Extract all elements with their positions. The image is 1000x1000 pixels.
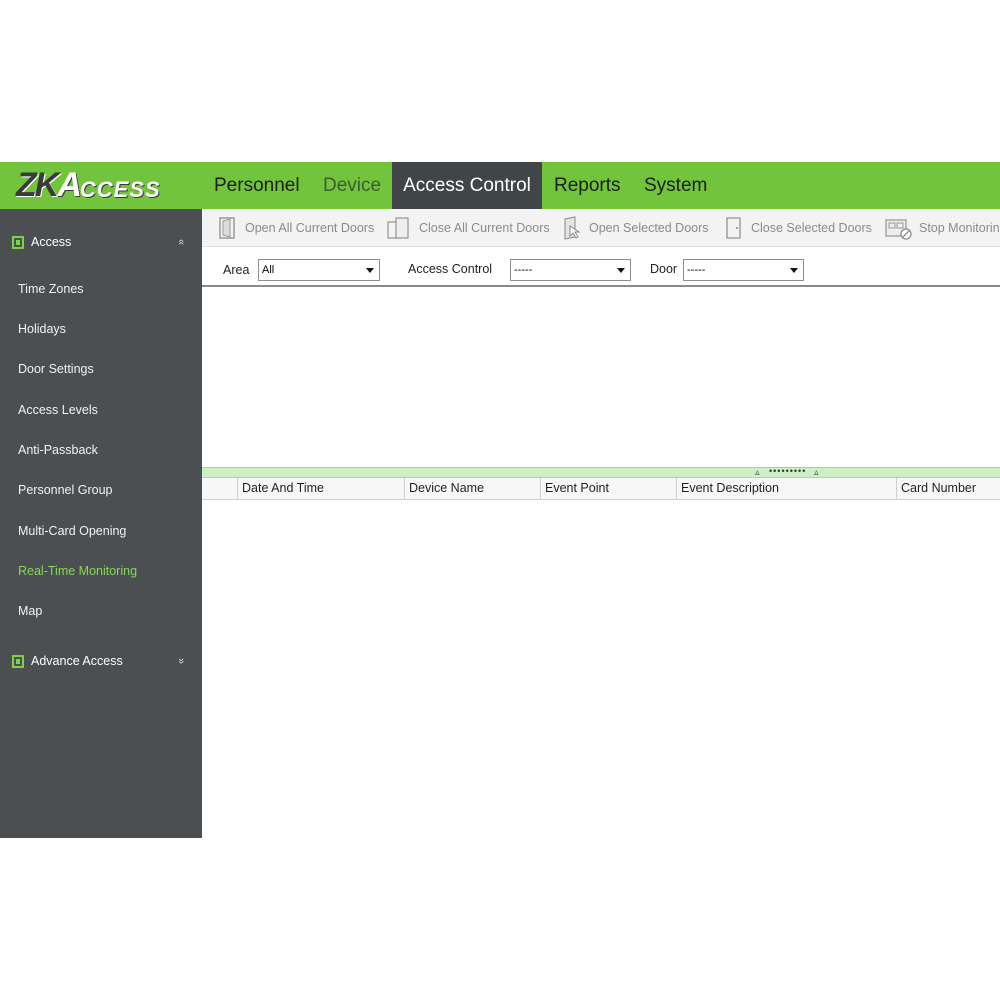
collapse-up-icon[interactable]: ▵	[755, 467, 761, 478]
sidebar-section-advance-access[interactable]: Advance Access »	[0, 649, 202, 673]
column-header-card-number[interactable]: Card Number	[896, 478, 1000, 500]
sidebar-item-holidays[interactable]: Holidays	[18, 322, 66, 336]
close-all-doors-button[interactable]: Close All Current Doors	[386, 209, 550, 247]
nav-tab-access-control[interactable]: Access Control	[392, 162, 542, 209]
open-all-doors-button[interactable]: Open All Current Doors	[218, 209, 374, 247]
column-header-event-point[interactable]: Event Point	[540, 478, 676, 500]
nav-tab-reports[interactable]: Reports	[554, 162, 621, 209]
nav-tab-device[interactable]: Device	[323, 162, 381, 209]
sidebar: Access « Time Zones Holidays Door Settin…	[0, 209, 202, 838]
sidebar-item-real-time-monitoring[interactable]: Real-Time Monitoring	[18, 564, 137, 578]
sidebar-item-multi-card-opening[interactable]: Multi-Card Opening	[18, 524, 126, 538]
close-selected-doors-button[interactable]: Close Selected Doors	[724, 209, 872, 247]
area-label: Area	[223, 263, 250, 277]
panel-splitter[interactable]: ▵ ••••••••• ▵	[202, 466, 1000, 478]
collapse-up-icon[interactable]: ▵	[814, 467, 820, 478]
logo-zk: ZKA	[16, 166, 82, 204]
events-table-header: Date And Time Device Name Event Point Ev…	[202, 478, 1000, 500]
splitter-grip-icon[interactable]: •••••••••	[769, 466, 806, 476]
sidebar-item-access-levels[interactable]: Access Levels	[18, 403, 98, 417]
door-label: Door	[650, 262, 678, 276]
sidebar-item-time-zones[interactable]: Time Zones	[18, 282, 84, 296]
stop-monitoring-label: Stop Monitoring	[919, 221, 1000, 235]
access-control-label: Access Control	[408, 262, 493, 276]
events-table-body	[202, 500, 1000, 838]
table-header-blank	[202, 478, 237, 500]
chevron-up-icon[interactable]: «	[175, 239, 187, 245]
column-header-date-and-time[interactable]: Date And Time	[237, 478, 404, 500]
close-selected-door-icon	[724, 216, 744, 240]
sidebar-item-door-settings[interactable]: Door Settings	[18, 362, 94, 376]
nav-tab-system[interactable]: System	[644, 162, 707, 209]
access-control-select-value: -----	[514, 264, 533, 276]
advance-access-icon	[12, 654, 24, 668]
sidebar-section-advance-label: Advance Access	[31, 654, 123, 668]
filter-bar: Area All Access Control ----- Door -----	[202, 247, 1000, 287]
sidebar-item-anti-passback[interactable]: Anti-Passback	[18, 443, 98, 457]
open-selected-doors-label: Open Selected Doors	[589, 221, 709, 235]
door-icon	[12, 235, 24, 249]
access-control-select[interactable]: -----	[510, 259, 631, 281]
close-selected-doors-label: Close Selected Doors	[751, 221, 872, 235]
close-door-icon	[386, 216, 412, 240]
stop-monitoring-button[interactable]: Stop Monitoring	[884, 209, 1000, 247]
door-monitor-area	[202, 287, 1000, 467]
dropdown-arrow-icon	[366, 268, 374, 273]
zkaccess-logo: ZKA CCESS	[0, 162, 202, 209]
close-all-doors-label: Close All Current Doors	[419, 221, 550, 235]
door-select-value: -----	[687, 264, 706, 276]
dropdown-arrow-icon	[790, 268, 798, 273]
sidebar-item-personnel-group[interactable]: Personnel Group	[18, 483, 113, 497]
sidebar-section-access[interactable]: Access «	[0, 230, 202, 254]
open-all-doors-label: Open All Current Doors	[245, 221, 375, 235]
open-door-icon	[218, 216, 238, 240]
chevron-down-icon[interactable]: »	[175, 658, 187, 664]
top-navigation-bar: ZKA CCESS Personnel Device Access Control…	[0, 162, 1000, 209]
open-selected-door-icon	[562, 216, 582, 240]
logo-access: CCESS	[79, 176, 161, 202]
sidebar-section-access-label: Access	[31, 235, 72, 249]
area-select-value: All	[262, 264, 275, 276]
sidebar-item-map[interactable]: Map	[18, 604, 42, 618]
door-select[interactable]: -----	[683, 259, 804, 281]
stop-monitoring-icon	[884, 216, 912, 240]
zkaccess-window: ZKA CCESS Personnel Device Access Control…	[0, 162, 1000, 838]
monitoring-toolbar: Open All Current Doors Close All Current…	[202, 209, 1000, 247]
open-selected-doors-button[interactable]: Open Selected Doors	[562, 209, 709, 247]
dropdown-arrow-icon	[617, 268, 625, 273]
column-header-device-name[interactable]: Device Name	[404, 478, 540, 500]
area-select[interactable]: All	[258, 259, 380, 281]
nav-tab-personnel[interactable]: Personnel	[214, 162, 300, 209]
column-header-event-description[interactable]: Event Description	[676, 478, 896, 500]
